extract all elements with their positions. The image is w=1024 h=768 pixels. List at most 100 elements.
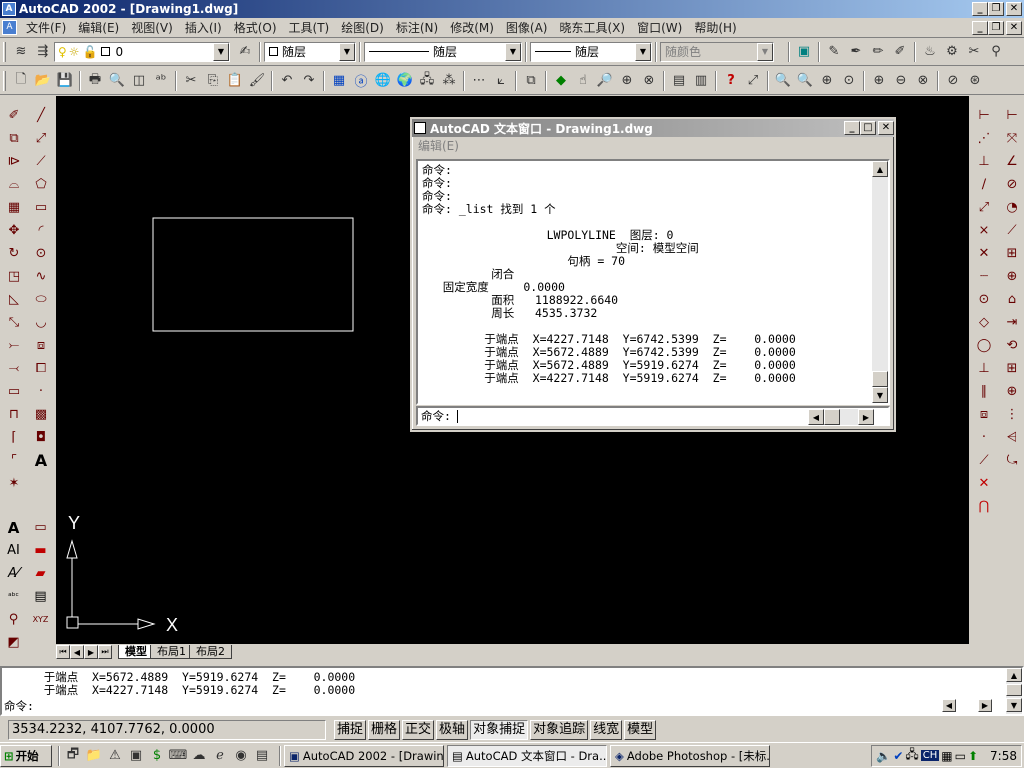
tab-layout1[interactable]: 布局1: [150, 645, 193, 659]
list-icon[interactable]: ▤: [30, 586, 52, 608]
volume-icon[interactable]: 🔈: [876, 749, 891, 763]
ortho-toggle[interactable]: 正交: [402, 720, 435, 740]
dim-update-icon[interactable]: ⟲: [1001, 334, 1023, 356]
circle-icon[interactable]: ⊙: [30, 242, 52, 264]
scale-icon[interactable]: ◳: [3, 265, 25, 287]
next-tab-icon[interactable]: ▶: [84, 645, 98, 659]
text-history-pane[interactable]: 命令: 命令: 命令: 命令: _list 找到 1 个 LWPOLYLINE 图层:…: [416, 159, 890, 405]
move-icon[interactable]: ✥: [3, 219, 25, 241]
zoom-hand-icon[interactable]: ☝: [572, 70, 594, 92]
snap-none-icon[interactable]: ✕: [973, 472, 995, 494]
quick-dim-icon[interactable]: ⊘: [1001, 173, 1023, 195]
break-icon[interactable]: ⤙: [3, 357, 25, 379]
menu-format[interactable]: 格式(O): [228, 19, 283, 36]
design-center-icon[interactable]: ▦: [328, 70, 350, 92]
menu-view[interactable]: 视图(V): [125, 19, 179, 36]
new-file-icon[interactable]: 🗋: [10, 70, 32, 92]
refedit-icon[interactable]: ♨: [919, 41, 941, 63]
prev-tab-icon[interactable]: ◀: [70, 645, 84, 659]
lwpolyline-rectangle[interactable]: [152, 217, 354, 332]
zoom-all-icon[interactable]: ⊕: [816, 70, 838, 92]
arc-icon[interactable]: ◜: [30, 219, 52, 241]
zoom-in-icon[interactable]: 🔍: [772, 70, 794, 92]
find-icon[interactable]: ⚲: [3, 609, 25, 631]
snap-perp-icon[interactable]: ⨯: [973, 219, 995, 241]
copy-object-icon[interactable]: ⧉: [3, 127, 25, 149]
menu-dimension[interactable]: 标注(N): [390, 19, 444, 36]
stretch-icon[interactable]: ◺: [3, 288, 25, 310]
properties-icon[interactable]: ▤: [668, 70, 690, 92]
menu-file[interactable]: 文件(F): [20, 19, 72, 36]
edit-attribute-icon[interactable]: ✎: [823, 41, 845, 63]
command-input[interactable]: 命令:: [2, 698, 1002, 714]
menu-window[interactable]: 窗口(W): [631, 19, 688, 36]
cmd-scroll-right-icon[interactable]: ▶: [978, 699, 992, 712]
chevron-down-icon[interactable]: ▼: [339, 42, 355, 61]
zoom-extents-icon[interactable]: ⊗: [912, 70, 934, 92]
rectangle-icon[interactable]: ▭: [30, 196, 52, 218]
text-window-title-bar[interactable]: AutoCAD 文本窗口 - Drawing1.dwg _ □ ✕: [412, 119, 894, 137]
tolerance-icon[interactable]: ⊞: [1001, 242, 1023, 264]
layer-combo[interactable]: ♀ ☼ 🔓 0 ▼: [54, 41, 230, 62]
point-cloud-icon[interactable]: ⁂: [438, 70, 460, 92]
ime-icon[interactable]: ▦: [941, 749, 952, 763]
text-window[interactable]: AutoCAD 文本窗口 - Drawing1.dwg _ □ ✕ 编辑(E) …: [410, 117, 896, 432]
scroll-left-icon[interactable]: ◀: [808, 409, 824, 425]
close-icon[interactable]: ✕: [1006, 2, 1022, 16]
snap-insert-icon[interactable]: ⧈: [973, 403, 995, 425]
snap-ext-icon[interactable]: ┈: [973, 265, 995, 287]
chevron-down-icon[interactable]: ▼: [505, 42, 521, 61]
trim-icon[interactable]: ⤡: [3, 311, 25, 333]
mirror-icon[interactable]: ⧐: [3, 150, 25, 172]
task-photoshop[interactable]: ◈ Adobe Photoshop - [未标...: [610, 744, 770, 767]
layer-previous-icon[interactable]: ✍: [234, 41, 256, 63]
menu-modify[interactable]: 修改(M): [444, 19, 500, 36]
menu-image[interactable]: 图像(A): [500, 19, 554, 36]
pencil-icon[interactable]: ✏: [867, 41, 889, 63]
first-tab-icon[interactable]: ⏮: [56, 645, 70, 659]
copy-icon[interactable]: ⎘: [202, 70, 224, 92]
calculator-icon[interactable]: ▥: [690, 70, 712, 92]
tw-maximize-icon[interactable]: □: [860, 121, 876, 135]
model-toggle[interactable]: 模型: [624, 720, 657, 740]
color-layer-combo[interactable]: 随层 ▼: [264, 41, 356, 62]
doc-minimize-icon[interactable]: _: [972, 20, 988, 35]
cut-icon[interactable]: ✂: [180, 70, 202, 92]
open-folder-icon[interactable]: 📂: [32, 70, 54, 92]
linetype-combo[interactable]: 随层 ▼: [364, 41, 522, 62]
brush-icon[interactable]: ✐: [889, 41, 911, 63]
photo-app-icon[interactable]: ▣: [126, 745, 146, 767]
dim-edit-icon[interactable]: ⌂: [1001, 288, 1023, 310]
explorer-icon[interactable]: 📁: [84, 745, 104, 767]
dim-aligned-icon[interactable]: ⋰: [973, 127, 995, 149]
tracking-icon[interactable]: ⋯: [468, 70, 490, 92]
save-icon[interactable]: 💾: [54, 70, 76, 92]
cmd-scrollbar[interactable]: ▲ ▼: [1006, 668, 1022, 714]
pan-realtime-icon[interactable]: ◆: [550, 70, 572, 92]
cmd-scroll-up-icon[interactable]: ▲: [1006, 668, 1022, 682]
hyperlink-icon[interactable]: ✂: [963, 41, 985, 63]
menu-tools[interactable]: 工具(T): [283, 19, 336, 36]
autocad-today-icon[interactable]: ⓐ: [350, 70, 372, 92]
undo-icon[interactable]: ↶: [276, 70, 298, 92]
dim-style-icon[interactable]: ⊞: [1001, 357, 1023, 379]
menu-xiaodong-tools[interactable]: 晓东工具(X): [553, 19, 631, 36]
rotate-icon[interactable]: ↻: [3, 242, 25, 264]
task-autocad[interactable]: ▣ AutoCAD 2002 - [Drawing...: [284, 744, 444, 767]
chevron-down-icon[interactable]: ▼: [757, 42, 773, 61]
scroll-right-icon[interactable]: ▶: [858, 409, 874, 425]
dim-jog-icon[interactable]: ⤿: [1001, 449, 1023, 471]
scroll-down-icon[interactable]: ▼: [872, 387, 888, 403]
snap-perpendicular-icon[interactable]: ⊥: [973, 357, 995, 379]
zoom-window-icon[interactable]: ⊕: [616, 70, 638, 92]
menu-draw[interactable]: 绘图(D): [335, 19, 390, 36]
dim-angular-icon[interactable]: ∠: [1001, 150, 1023, 172]
fillet-icon[interactable]: ⌜: [3, 449, 25, 471]
cmd-scroll-down-icon[interactable]: ▼: [1006, 698, 1022, 712]
app-title-bar[interactable]: A AutoCAD 2002 - [Drawing1.dwg] _ ❐ ✕: [0, 0, 1024, 18]
dim-ordinate-icon[interactable]: ⊥: [973, 150, 995, 172]
join-icon[interactable]: ⊓: [3, 403, 25, 425]
match-properties-icon[interactable]: 🖌: [246, 70, 268, 92]
monitor-icon[interactable]: ▭: [955, 749, 966, 763]
scroll-thumb[interactable]: [872, 371, 888, 387]
